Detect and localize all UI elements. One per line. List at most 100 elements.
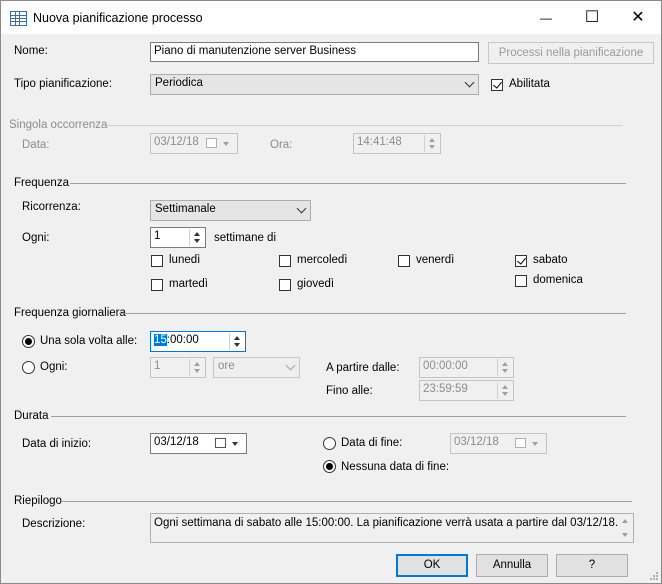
monday-label: lunedì (169, 254, 201, 266)
one-time-date-picker[interactable]: 03/12/18 (150, 133, 238, 154)
resize-grip-icon[interactable] (650, 572, 658, 580)
occurs-once-radio[interactable] (22, 335, 35, 348)
schedule-type-select[interactable]: Periodica (150, 74, 479, 95)
jobs-in-schedule-button[interactable]: Processi nella pianificazione (488, 42, 654, 64)
close-button[interactable]: ✕ (615, 1, 661, 34)
schedule-type-value: Periodica (155, 77, 203, 89)
chevron-down-icon (464, 77, 475, 88)
wednesday-checkbox[interactable] (279, 255, 291, 267)
tuesday-label: martedì (169, 278, 208, 290)
saturday-checkbox[interactable] (515, 255, 527, 267)
friday-label: venerdì (416, 254, 455, 266)
scrollbar-arrows-icon[interactable] (618, 515, 632, 541)
starting-at-spinner[interactable]: 00:00:00 (419, 357, 514, 378)
frequency-separator (70, 183, 626, 184)
calendar-icon (215, 438, 226, 448)
minimize-icon: — (540, 11, 552, 25)
occurs-select[interactable]: Settimanale (150, 200, 311, 221)
chevron-down-icon (223, 142, 229, 146)
chevron-down-icon (232, 442, 238, 446)
recurs-every-value: 1 (154, 230, 161, 242)
start-date-label: Data di inizio: (22, 438, 92, 450)
chevron-down-icon (285, 360, 296, 371)
one-time-time-spinner[interactable]: 14:41:48 (353, 133, 441, 154)
enabled-label: Abilitata (509, 78, 550, 90)
start-date-picker[interactable]: 03/12/18 (150, 433, 247, 454)
spinner-arrows-icon (424, 135, 439, 152)
occurs-once-time-spinner[interactable]: 15:00:00 (150, 331, 246, 352)
starting-at-value: 00:00:00 (423, 360, 468, 372)
chevron-down-icon (532, 442, 538, 446)
dialog-window: Nuova pianificazione processo — ☐ ✕ Nome… (0, 0, 662, 584)
thursday-label: giovedì (297, 278, 335, 290)
occurs-every-spinner[interactable]: 1 (150, 357, 206, 378)
name-label: Nome: (14, 45, 48, 57)
checkmark-icon (517, 255, 526, 265)
one-time-time-value: 14:41:48 (357, 136, 402, 148)
end-date-picker[interactable]: 03/12/18 (450, 433, 547, 454)
daily-frequency-separator (119, 313, 626, 314)
one-time-date-label: Data: (22, 139, 50, 151)
title-bar: Nuova pianificazione processo — ☐ ✕ (1, 1, 661, 34)
tuesday-checkbox[interactable] (151, 279, 163, 291)
spinner-arrows-icon (497, 359, 512, 376)
end-date-value: 03/12/18 (454, 436, 499, 448)
thursday-checkbox[interactable] (279, 279, 291, 291)
chevron-down-icon (296, 203, 307, 214)
spinner-arrows-icon (189, 229, 204, 246)
checkmark-icon (493, 79, 502, 89)
recurs-every-label: Ogni: (22, 232, 50, 244)
monday-checkbox[interactable] (151, 255, 163, 267)
occurs-every-radio[interactable] (22, 361, 35, 374)
sunday-label: domenica (533, 274, 583, 286)
spinner-arrows-icon (229, 333, 244, 350)
sunday-checkbox[interactable] (515, 275, 527, 287)
enabled-checkbox[interactable] (491, 79, 503, 91)
occurs-every-unit-select[interactable]: ore (213, 357, 300, 378)
radio-dot-icon (326, 463, 333, 470)
spinner-arrows-icon (189, 359, 204, 376)
wednesday-label: mercoledì (297, 254, 348, 266)
occurs-every-label: Ogni: (40, 361, 68, 373)
radio-dot-icon (25, 338, 32, 345)
occurs-label: Ricorrenza: (22, 201, 81, 213)
description-textbox[interactable]: Ogni settimana di sabato alle 15:00:00. … (150, 513, 634, 543)
recurs-every-suffix: settimane di (214, 232, 277, 244)
daily-frequency-header: Frequenza giornaliera (14, 307, 126, 319)
duration-header: Durata (14, 410, 49, 422)
end-date-label: Data di fine: (341, 437, 403, 449)
one-time-header: Singola occorrenza (9, 119, 108, 131)
ending-at-spinner[interactable]: 23:59:59 (419, 380, 514, 401)
occurs-once-label: Una sola volta alle: (40, 335, 138, 347)
close-icon: ✕ (631, 9, 645, 26)
one-time-separator (107, 125, 622, 126)
spinner-arrows-icon (497, 382, 512, 399)
no-end-date-radio[interactable] (323, 460, 336, 473)
occurs-value: Settimanale (155, 203, 216, 215)
calendar-icon (515, 438, 526, 448)
end-date-radio[interactable] (323, 437, 336, 450)
saturday-label: sabato (533, 254, 568, 266)
description-value: Ogni settimana di sabato alle 15:00:00. … (154, 517, 619, 529)
occurs-every-value: 1 (154, 360, 161, 372)
calendar-icon (206, 138, 217, 148)
maximize-button[interactable]: ☐ (569, 1, 615, 34)
frequency-header: Frequenza (14, 177, 69, 189)
start-date-value: 03/12/18 (154, 436, 199, 448)
occurs-once-time-rest: :00:00 (166, 334, 199, 346)
friday-checkbox[interactable] (398, 255, 410, 267)
schedule-type-label: Tipo pianificazione: (14, 78, 113, 90)
recurs-every-spinner[interactable]: 1 (150, 227, 206, 248)
ending-at-value: 23:59:59 (423, 383, 468, 395)
name-input[interactable]: Piano di manutenzione server Business (150, 42, 479, 62)
occurs-every-unit-value: ore (218, 360, 235, 372)
maximize-icon: ☐ (584, 9, 600, 26)
schedule-table-icon (10, 11, 27, 26)
help-button[interactable]: ? (556, 554, 628, 577)
one-time-date-value: 03/12/18 (154, 136, 199, 148)
starting-at-label: A partire dalle: (326, 362, 400, 374)
minimize-button[interactable]: — (523, 1, 569, 34)
ok-button[interactable]: OK (396, 554, 468, 577)
cancel-button[interactable]: Annulla (476, 554, 548, 577)
one-time-time-label: Ora: (270, 139, 293, 151)
